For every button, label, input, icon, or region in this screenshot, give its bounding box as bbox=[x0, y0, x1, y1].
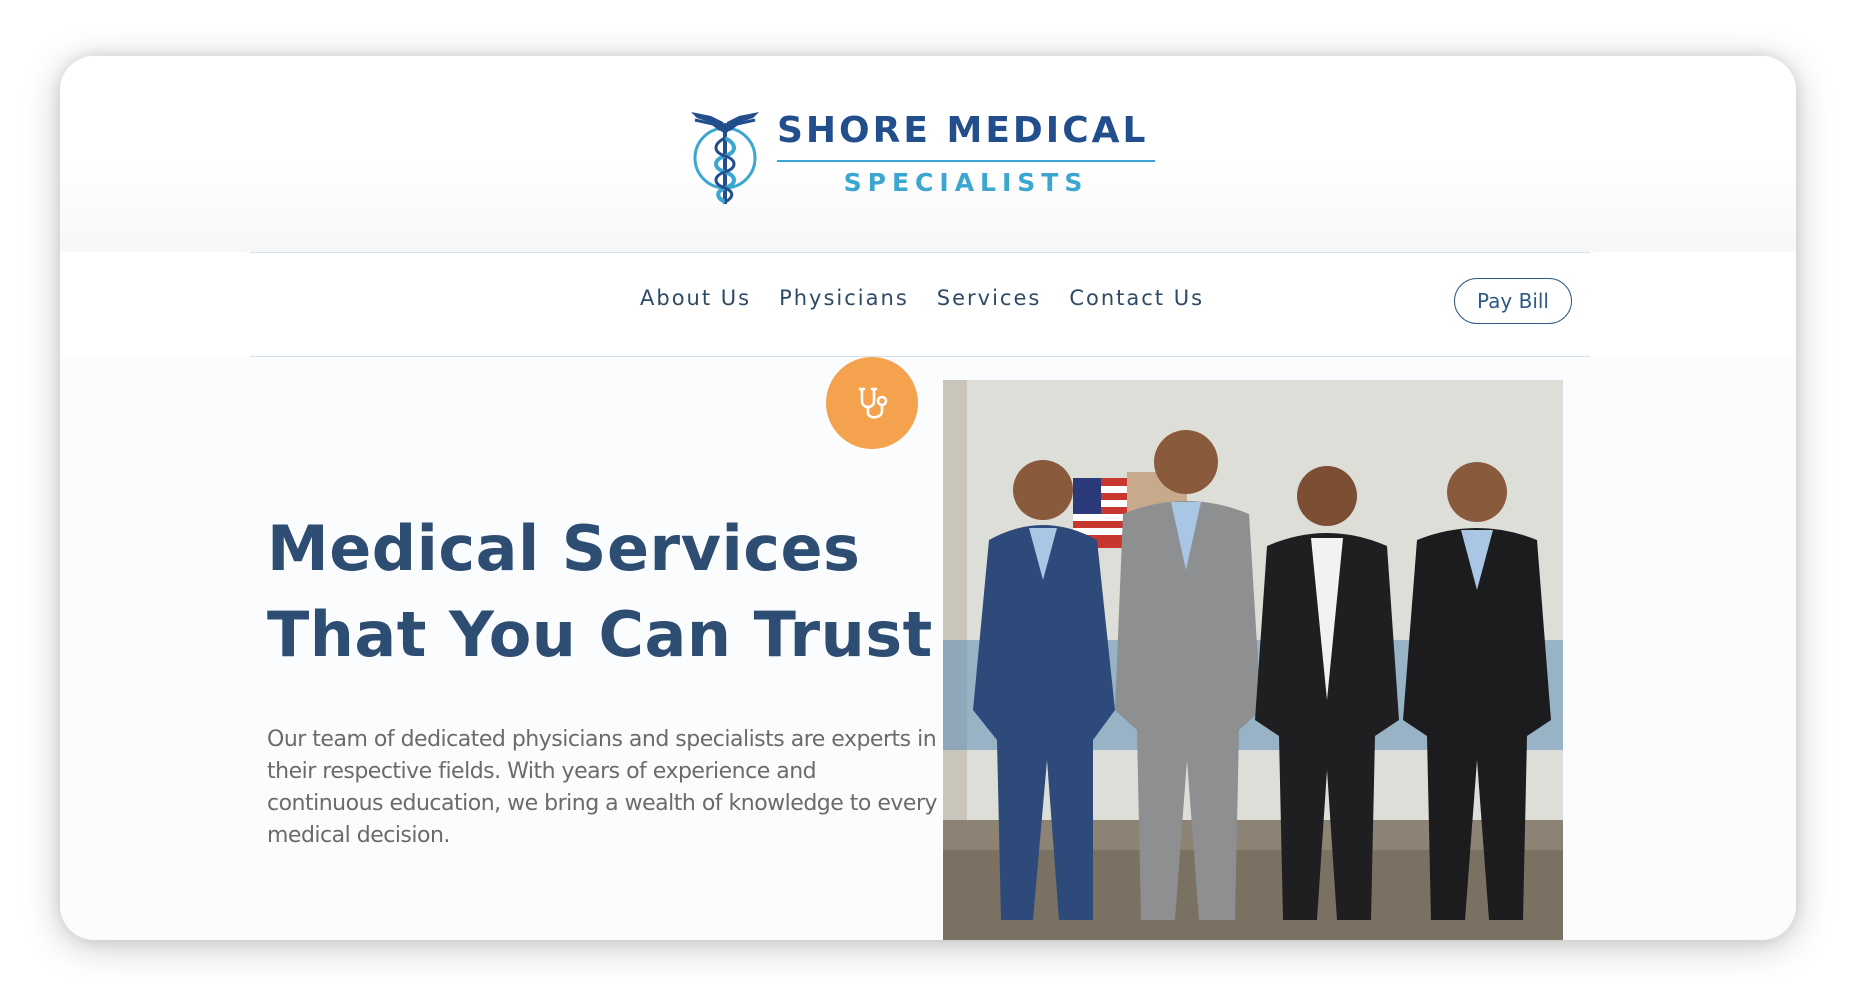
browser-frame: SHORE MEDICAL SPECIALISTS About Us Physi… bbox=[60, 56, 1796, 940]
hero-description: Our team of dedicated physicians and spe… bbox=[267, 727, 938, 848]
pay-bill-button[interactable]: Pay Bill bbox=[1454, 278, 1572, 324]
hero-title: Medical Services That You Can Trust bbox=[267, 506, 933, 678]
hero-title-line-1: Medical Services bbox=[267, 512, 861, 585]
nav-physicians[interactable]: Physicians bbox=[779, 286, 909, 310]
site-header: SHORE MEDICAL SPECIALISTS bbox=[60, 56, 1796, 252]
logo-tagline: SPECIALISTS bbox=[843, 168, 1089, 197]
nav-links: About Us Physicians Services Contact Us bbox=[640, 286, 1232, 310]
site-logo[interactable]: SHORE MEDICAL SPECIALISTS bbox=[687, 98, 1167, 210]
logo-divider bbox=[777, 160, 1155, 162]
nav-top-divider bbox=[250, 252, 1590, 253]
caduceus-logo-icon bbox=[691, 112, 759, 204]
nav-services[interactable]: Services bbox=[937, 286, 1042, 310]
stethoscope-icon bbox=[858, 387, 888, 419]
nav-bottom-divider bbox=[250, 356, 1590, 357]
hero-title-line-2: That You Can Trust bbox=[267, 598, 933, 671]
nav-contact-us[interactable]: Contact Us bbox=[1069, 286, 1204, 310]
stethoscope-badge bbox=[826, 357, 918, 449]
main-navigation: About Us Physicians Services Contact Us … bbox=[60, 252, 1796, 357]
physicians-photo-illustration bbox=[943, 380, 1563, 940]
logo-name: SHORE MEDICAL bbox=[777, 110, 1149, 151]
nav-about-us[interactable]: About Us bbox=[640, 286, 751, 310]
physicians-photo bbox=[943, 380, 1563, 940]
